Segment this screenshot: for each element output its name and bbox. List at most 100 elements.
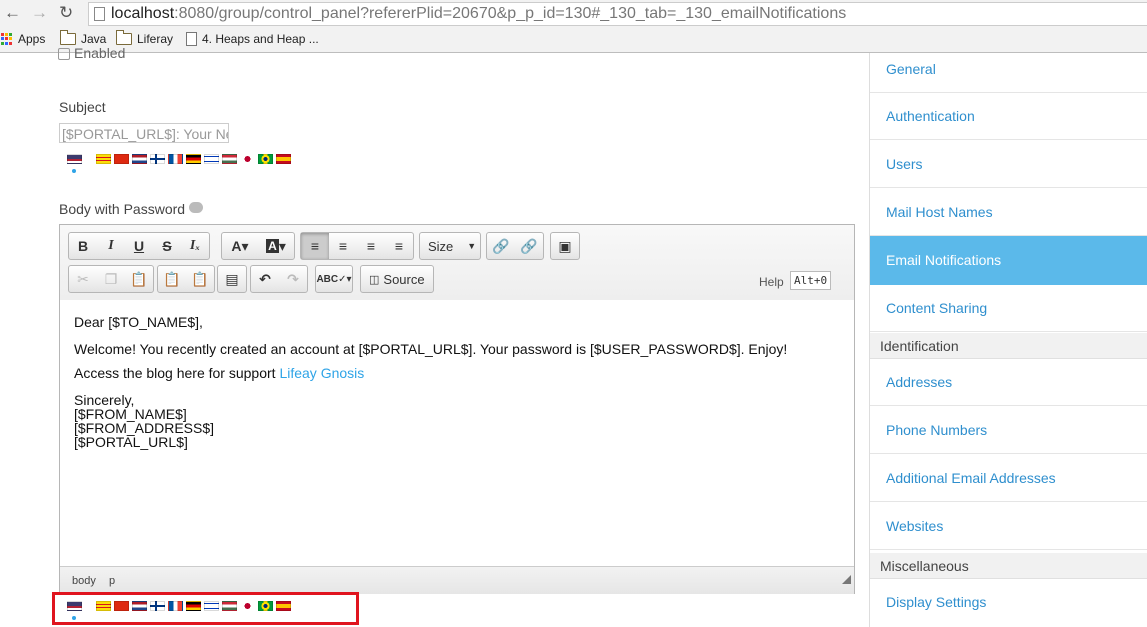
greeting-line: Dear [$TO_NAME$], [74,314,203,330]
flag-fi-icon[interactable] [150,154,165,164]
identification-header: Identification [870,333,1147,359]
text-color-button[interactable]: A▾ [222,233,258,259]
folder-icon [60,30,76,45]
sidebar-item-users[interactable]: Users [870,141,1147,188]
sidebar-item-content-sharing[interactable]: Content Sharing [870,285,1147,332]
enabled-checkbox[interactable] [58,48,70,61]
source-icon: ◫ [369,273,380,286]
selected-language-dot [72,169,76,173]
page-icon [186,32,197,46]
align-center-button[interactable]: ≡ [329,233,357,259]
address-bar[interactable]: localhost:8080/group/control_panel?refer… [88,2,1147,26]
help-label: Help [759,275,784,289]
cut-icon[interactable]: ✂ [69,266,97,292]
chevron-down-icon: ▼ [467,241,477,251]
subject-language-flags [67,151,291,173]
subject-input[interactable]: [$PORTAL_URL$]: Your New Account [59,123,229,143]
align-justify-button[interactable]: ≡ [385,233,413,259]
forward-icon[interactable]: → [31,3,48,23]
sidebar-item-display-settings[interactable]: Display Settings [870,579,1147,626]
flag-nl-icon[interactable] [132,154,147,164]
align-group: ≡ ≡ ≡ ≡ [300,232,414,260]
copy-icon[interactable]: ❐ [97,266,125,292]
flag-fr-icon[interactable] [168,154,183,164]
strikethrough-button[interactable]: S [153,233,181,259]
sidebar-item-authentication[interactable]: Authentication [870,93,1147,140]
path-body[interactable]: body [72,575,96,587]
spellcheck-group: ABC✓▾ [315,265,353,293]
editor-toolbar: B I U S Iₓ A▾ A ▾ ≡ ≡ ≡ ≡ Size ▼ 🔗 🔗 ▣ ✂… [60,225,854,301]
italic-button[interactable]: I [97,233,125,259]
bookmark-apps[interactable]: Apps [1,32,45,46]
rich-text-editor: B I U S Iₓ A▾ A ▾ ≡ ≡ ≡ ≡ Size ▼ 🔗 🔗 ▣ ✂… [59,224,855,594]
flag-il-icon[interactable] [204,154,219,164]
size-dropdown[interactable]: Size ▼ [420,233,480,259]
flag-hu-icon[interactable] [222,154,237,164]
spellcheck-icon[interactable]: ABC✓▾ [316,266,352,292]
enabled-checkbox-row[interactable]: Enabled [58,45,125,61]
flag-es-icon[interactable] [276,154,291,164]
undo-icon[interactable]: ↶ [251,266,279,292]
help-icon[interactable] [189,202,204,213]
main-content: Enabled Subject [$PORTAL_URL$]: Your New… [0,45,868,627]
underline-button[interactable]: U [125,233,153,259]
bg-color-button[interactable]: A ▾ [258,233,294,259]
bookmark-java[interactable]: Java [60,30,106,46]
element-path-bar: body p [60,566,854,594]
color-group: A▾ A ▾ [221,232,295,260]
blog-link[interactable]: Lifeay Gnosis [279,365,364,381]
highlight-box [52,592,359,625]
clipboard-group: ✂ ❐ 📋 [68,265,154,293]
sidebar-item-mail-host-names[interactable]: Mail Host Names [870,189,1147,236]
body-label: Body with Password [59,201,204,217]
flag-us-icon[interactable] [67,154,82,173]
size-group: Size ▼ [419,232,481,260]
paste-special-group: 📋 📋 [157,265,215,293]
align-left-button[interactable]: ≡ [301,233,329,259]
miscellaneous-header: Miscellaneous [870,553,1147,579]
sidebar-item-phone-numbers[interactable]: Phone Numbers [870,407,1147,454]
bookmark-liferay[interactable]: Liferay [116,30,173,46]
path-p[interactable]: p [109,575,115,587]
settings-sidebar: General Authentication Users Mail Host N… [869,53,1147,627]
flag-ca-icon[interactable] [96,154,111,164]
image-group: ▣ [550,232,580,260]
paste-icon[interactable]: 📋 [125,266,153,292]
flag-br-icon[interactable] [258,154,273,164]
sidebar-item-addresses[interactable]: Addresses [870,359,1147,406]
folder-icon [116,30,132,45]
sidebar-item-email-notifications[interactable]: Email Notifications [870,236,1147,285]
help-shortcut: Alt+0 [790,271,832,290]
bold-button[interactable]: B [69,233,97,259]
remove-format-button[interactable]: Iₓ [181,233,209,259]
signature-block: Sincerely, [$FROM_NAME$] [$FROM_ADDRESS$… [74,392,215,450]
image-icon[interactable]: ▣ [551,233,579,259]
format-group: B I U S Iₓ [68,232,210,260]
flag-jp-icon[interactable] [240,154,255,164]
flag-de-icon[interactable] [186,154,201,164]
redo-icon[interactable]: ↷ [279,266,307,292]
flag-cn-icon[interactable] [114,154,129,164]
template-icon[interactable]: ▤ [218,266,246,292]
welcome-line: Welcome! You recently created an account… [74,341,788,357]
sidebar-item-additional-email-addresses[interactable]: Additional Email Addresses [870,455,1147,502]
source-button[interactable]: ◫ Source [361,266,433,292]
subject-label: Subject [59,99,106,115]
bookmark-heaps[interactable]: 4. Heaps and Heap ... [186,32,319,46]
resize-handle[interactable] [842,575,851,584]
link-icon[interactable]: 🔗 [487,233,515,259]
access-line: Access the blog here for support Lifeay … [74,365,365,381]
unlink-icon[interactable]: 🔗 [515,233,543,259]
sidebar-item-websites[interactable]: Websites [870,503,1147,550]
back-icon[interactable]: ← [4,3,21,23]
source-group: ◫ Source [360,265,434,293]
align-right-button[interactable]: ≡ [357,233,385,259]
editor-content[interactable]: Dear [$TO_NAME$], Welcome! You recently … [60,300,854,566]
paste-text-icon[interactable]: 📋 [158,266,186,292]
page-icon [94,7,105,21]
reload-icon[interactable]: ↻ [59,3,73,23]
sidebar-item-general[interactable]: General [870,46,1147,93]
history-group: ↶ ↷ [250,265,308,293]
link-group: 🔗 🔗 [486,232,544,260]
paste-word-icon[interactable]: 📋 [186,266,214,292]
